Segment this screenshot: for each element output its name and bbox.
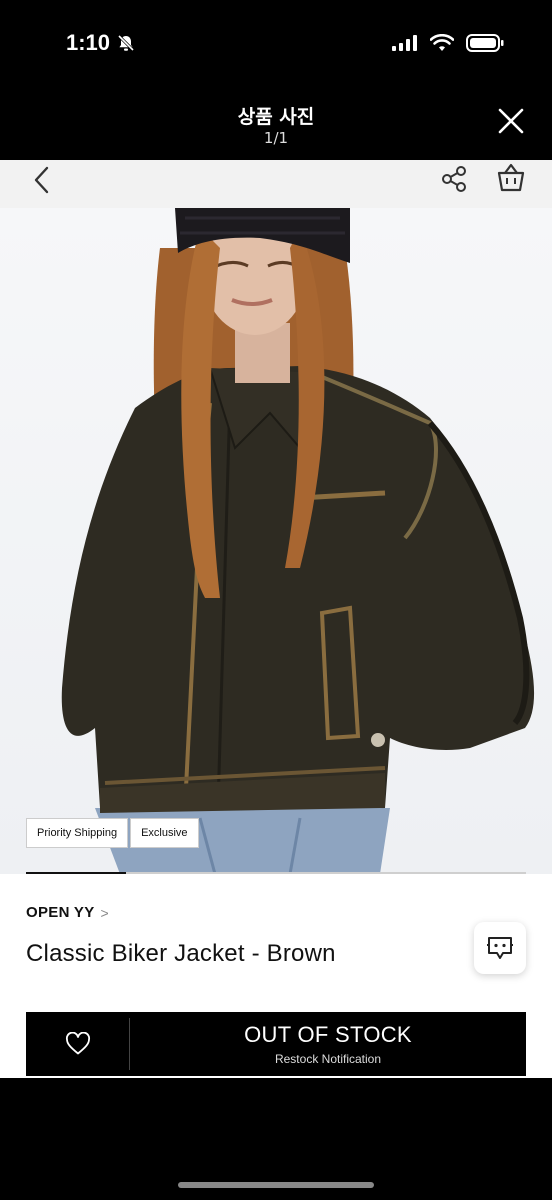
wishlist-button[interactable] [26, 1018, 130, 1070]
close-icon [498, 108, 524, 134]
chevron-right-icon: > [100, 904, 109, 921]
home-indicator[interactable] [178, 1182, 374, 1188]
status-bar: 1:10 [0, 0, 552, 92]
brand-name: OPEN YY [26, 904, 95, 921]
brand-link[interactable]: OPEN YY > [26, 904, 109, 921]
purchase-bar: OUT OF STOCK Restock Notification [26, 1012, 526, 1076]
restock-notification-button[interactable]: OUT OF STOCK Restock Notification [130, 1012, 526, 1076]
share-icon [442, 166, 466, 192]
out-of-stock-label: OUT OF STOCK [244, 1022, 412, 1047]
battery-icon [466, 34, 504, 52]
chat-bubble-icon [487, 937, 513, 959]
product-screenshot: Priority Shipping Exclusive OPEN YY > Cl… [0, 160, 552, 1078]
back-icon [34, 166, 49, 194]
status-time: 1:10 [66, 30, 136, 56]
restock-notification-label: Restock Notification [274, 1052, 382, 1066]
share-button[interactable] [440, 164, 468, 194]
chat-button[interactable] [474, 922, 526, 974]
image-carousel-progress [26, 872, 526, 874]
wifi-icon [430, 34, 454, 51]
photo-viewer-header: 상품 사진 1/1 [0, 92, 552, 160]
bell-slash-icon [117, 34, 135, 52]
clock-text: 1:10 [66, 30, 111, 55]
viewer-title: 상품 사진 [237, 106, 315, 128]
heart-outline-icon [65, 1032, 90, 1055]
app-nav-bar [0, 160, 552, 208]
image-carousel-progress-fill [26, 872, 126, 874]
signal-icon [392, 35, 417, 51]
jacket-model-illustration [61, 208, 535, 874]
product-photo[interactable] [0, 208, 552, 874]
product-badges: Priority Shipping Exclusive [26, 818, 199, 848]
shopping-bag-icon [497, 163, 525, 192]
status-icons [392, 34, 504, 52]
back-button[interactable] [30, 164, 54, 196]
badge-exclusive: Exclusive [130, 818, 199, 848]
product-title: Classic Biker Jacket - Brown [26, 940, 336, 967]
shopping-bag-button[interactable] [496, 162, 526, 194]
photo-counter: 1/1 [263, 129, 289, 147]
close-button[interactable] [496, 106, 526, 136]
badge-priority-shipping: Priority Shipping [26, 818, 129, 848]
